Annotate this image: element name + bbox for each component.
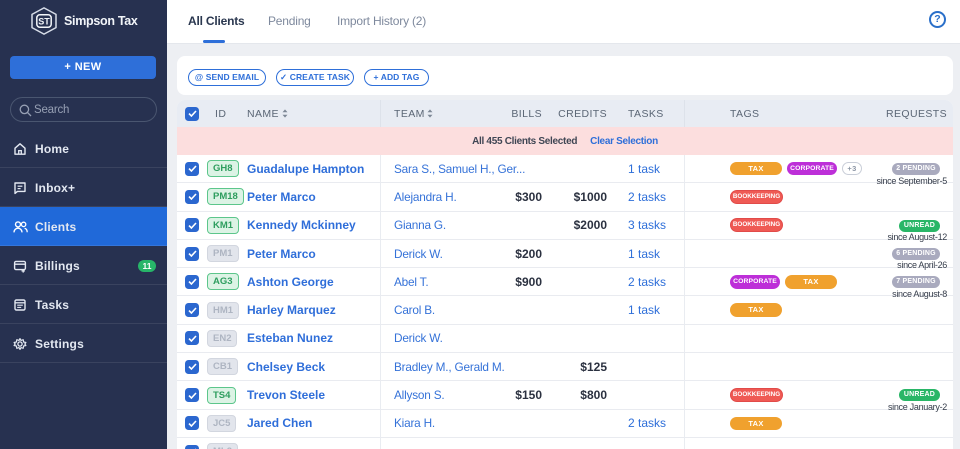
svg-text:ST: ST xyxy=(38,17,50,27)
